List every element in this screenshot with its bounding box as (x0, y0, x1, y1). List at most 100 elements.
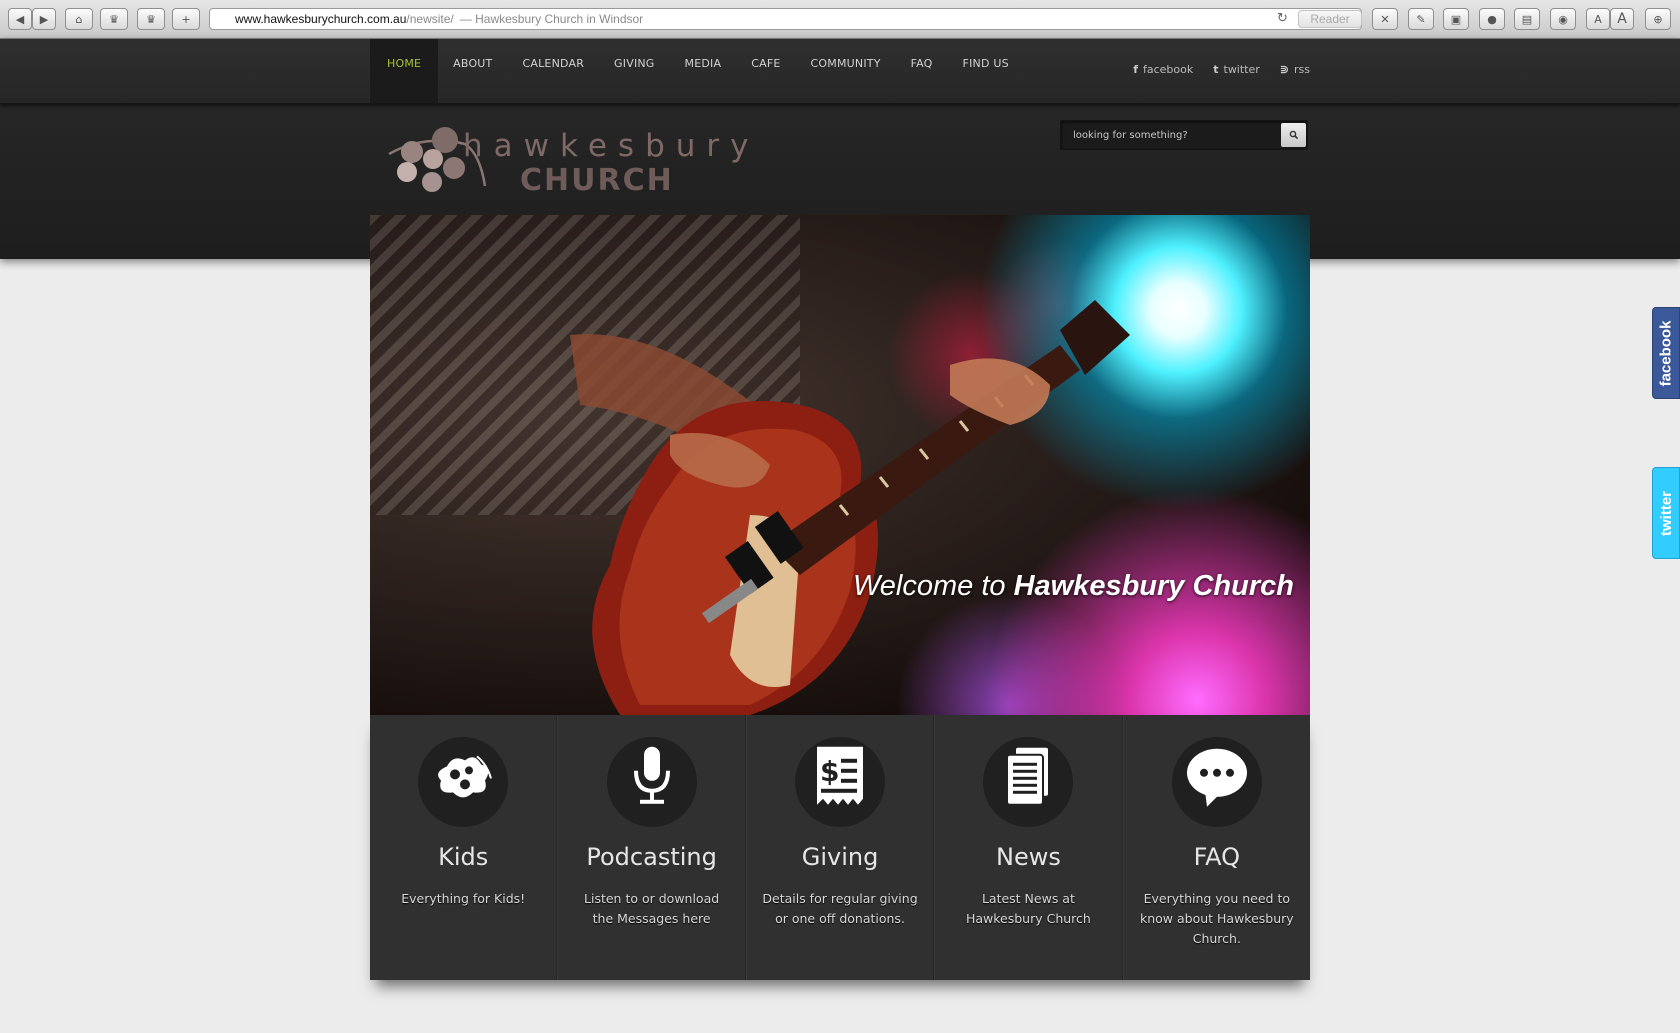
tools-icon: ✕ (1380, 12, 1390, 26)
reader-button[interactable]: Reader (1298, 10, 1362, 28)
circle-icon: ● (1487, 12, 1497, 26)
search-icon (1289, 130, 1298, 140)
speech-bubble-icon (1186, 748, 1247, 807)
wrench-icon: ✎ (1416, 12, 1426, 26)
feature-giving[interactable]: $ Giving Details for regular giving or o… (745, 715, 935, 980)
rss-icon: ⋑ (1279, 63, 1290, 76)
social-links: f facebook t twitter ⋑ rss (1133, 63, 1310, 76)
forward-button[interactable]: ▶ (32, 8, 56, 30)
logo-text-church: CHURCH (520, 163, 674, 198)
twitter-link-label: twitter (1223, 63, 1260, 76)
nav-item-community[interactable]: COMMUNITY (796, 39, 896, 103)
nav-item-find-us[interactable]: FIND US (948, 39, 1024, 103)
record-icon: ◉ (1558, 12, 1568, 26)
feature-icon-circle (418, 737, 509, 827)
nav-item-giving[interactable]: GIVING (599, 39, 670, 103)
receipt-dollar-icon: $ (817, 746, 864, 805)
font-large-icon: A (1617, 11, 1627, 27)
bookmarks-icon: ♛ (109, 12, 119, 26)
facebook-link-label: facebook (1142, 63, 1194, 76)
hero-banner: Welcome to Hawkesbury Church (370, 215, 1310, 715)
facebook-icon: f (1133, 63, 1138, 76)
twitter-link[interactable]: t twitter (1213, 63, 1260, 76)
back-arrow-icon: ◀ (15, 12, 25, 26)
splat-icon (438, 755, 493, 798)
feature-icon-circle (1171, 737, 1262, 827)
page-title: — Hawkesbury Church in Windsor (459, 12, 644, 26)
briefcase-icon: ▤ (1521, 12, 1533, 26)
feature-description: Details for regular giving or one off do… (762, 891, 918, 926)
feature-title: FAQ (1193, 843, 1241, 871)
extension-button-6[interactable]: ◉ (1550, 8, 1576, 30)
nav-item-calendar[interactable]: CALENDAR (507, 39, 599, 103)
url-path: /newsite/ (406, 12, 454, 26)
extension-button-4[interactable]: ● (1479, 8, 1505, 30)
logo-text-hawkesbury: hawkesbury (463, 128, 760, 164)
welcome-church-name: Hawkesbury Church (1013, 570, 1294, 602)
browser-toolbar: ◀ ▶ ⌂ ♛ ♛ + www.hawkesburychurch.com.au/… (0, 0, 1680, 39)
extension-button-5[interactable]: ▤ (1514, 8, 1540, 30)
extension-button-3[interactable]: ▣ (1443, 8, 1469, 30)
welcome-prefix: Welcome to (852, 570, 1014, 602)
feature-boxes: Kids Everything for Kids! Podcasting Lis… (370, 715, 1310, 980)
search-box (1060, 120, 1308, 150)
feature-description: Latest News at Hawkesbury Church (965, 891, 1091, 926)
search-button[interactable] (1281, 123, 1306, 147)
url-host: www.hawkesburychurch.com.au (235, 12, 407, 26)
plus-icon: + (181, 12, 191, 26)
feature-title: Giving (801, 843, 879, 871)
forward-arrow-icon: ▶ (39, 12, 49, 26)
feature-icon-circle (606, 737, 697, 827)
top-sites-icon: ♛ (146, 12, 156, 26)
twitter-side-tab[interactable]: twitter (1652, 467, 1680, 559)
feature-title: News (995, 843, 1061, 871)
feature-faq[interactable]: FAQ Everything you need to know about Ha… (1122, 715, 1310, 980)
nav-item-cafe[interactable]: CAFE (736, 39, 795, 103)
reload-icon[interactable]: ↻ (1277, 11, 1288, 26)
feature-description: Everything you need to know about Hawkes… (1139, 891, 1294, 946)
facebook-side-tab-label: facebook (1657, 320, 1675, 386)
new-tab-button[interactable]: + (172, 8, 200, 30)
site-logo[interactable]: hawkesbury CHURCH (385, 124, 748, 202)
rss-link[interactable]: ⋑ rss (1280, 63, 1310, 76)
home-icon: ⌂ (75, 12, 83, 26)
document-icon (1006, 745, 1051, 806)
address-bar[interactable]: www.hawkesburychurch.com.au/newsite/ — Ha… (209, 8, 1362, 30)
main-nav: HOME ABOUT CALENDAR GIVING MEDIA CAFE CO… (370, 39, 1024, 103)
welcome-heading: Welcome to Hawkesbury Church (853, 570, 1294, 603)
nav-item-about[interactable]: ABOUT (438, 39, 507, 103)
feature-title: Podcasting (586, 843, 717, 871)
extension-button-1[interactable]: ✕ (1372, 8, 1398, 30)
bookmarks-button[interactable]: ♛ (100, 8, 128, 30)
feature-description: Everything for Kids! (401, 891, 526, 906)
extension-button-2[interactable]: ✎ (1408, 8, 1434, 30)
search-input[interactable] (1061, 121, 1276, 149)
top-sites-button[interactable]: ♛ (137, 8, 165, 30)
rss-link-label: rss (1294, 63, 1310, 76)
microphone-icon (633, 746, 670, 804)
feature-kids[interactable]: Kids Everything for Kids! (370, 715, 558, 980)
nav-item-media[interactable]: MEDIA (670, 39, 737, 103)
guitar-illustration (570, 300, 1130, 715)
screenshot-icon: ▣ (1450, 12, 1462, 26)
twitter-icon: t (1213, 63, 1219, 76)
feature-podcasting[interactable]: Podcasting Listen to or download the Mes… (557, 715, 746, 980)
download-icon: ⊕ (1653, 12, 1663, 26)
facebook-side-tab[interactable]: facebook (1652, 307, 1680, 399)
feature-news[interactable]: News Latest News at Hawkesbury Church (934, 715, 1123, 980)
home-button[interactable]: ⌂ (65, 8, 93, 30)
twitter-side-tab-label: twitter (1657, 490, 1675, 536)
nav-item-faq[interactable]: FAQ (896, 39, 948, 103)
feature-icon-circle (983, 737, 1074, 827)
download-button[interactable]: ⊕ (1645, 8, 1671, 30)
feature-description: Listen to or download the Messages here (584, 891, 720, 926)
nav-item-home[interactable]: HOME (370, 39, 439, 103)
facebook-link[interactable]: f facebook (1133, 63, 1193, 76)
font-larger-button[interactable]: A (1610, 8, 1634, 30)
feature-title: Kids (438, 843, 489, 871)
font-smaller-button[interactable]: A (1586, 8, 1610, 30)
svg-text:$: $ (820, 755, 839, 788)
back-button[interactable]: ◀ (8, 8, 32, 30)
font-small-icon: A (1594, 12, 1602, 26)
feature-icon-circle: $ (795, 737, 886, 827)
